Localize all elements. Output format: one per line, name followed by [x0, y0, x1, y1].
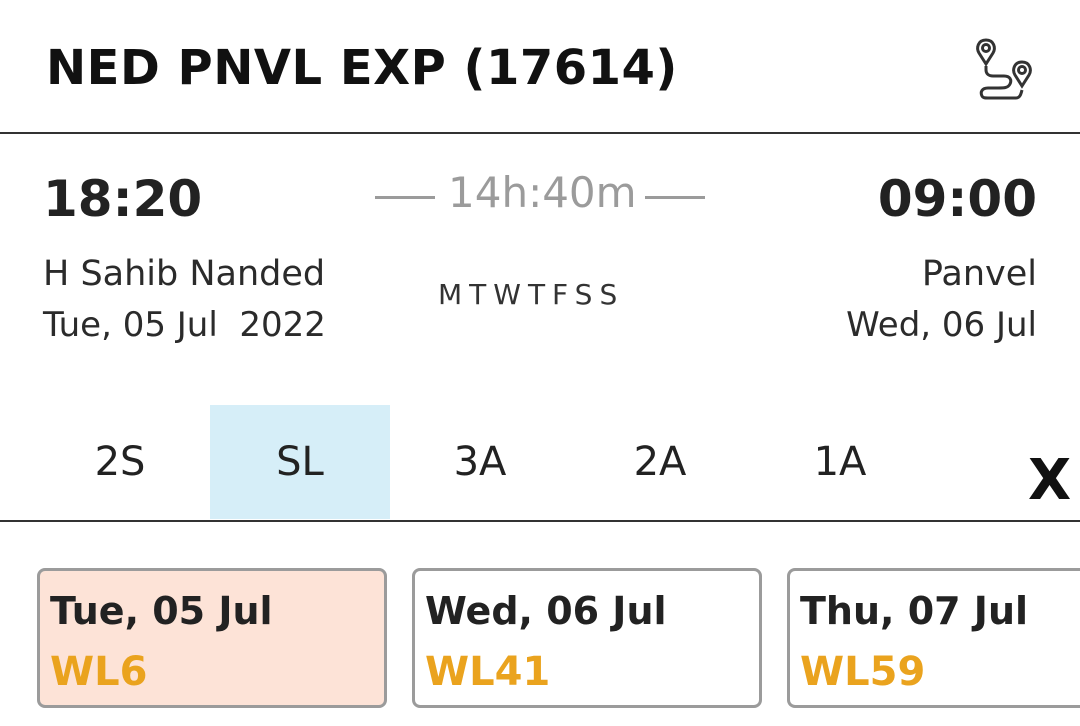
- class-tab-label: SL: [276, 439, 324, 485]
- class-tab-label: 2A: [633, 439, 687, 485]
- card-date: Tue, 05 Jul: [50, 589, 273, 633]
- header-divider: [0, 132, 1080, 134]
- availability-status: WL6: [50, 649, 148, 695]
- availability-card[interactable]: Tue, 05 Jul WL6: [37, 568, 387, 708]
- availability-card[interactable]: Thu, 07 Jul WL59: [787, 568, 1080, 708]
- route-map-icon: [976, 38, 1032, 100]
- tabs-divider: [0, 520, 1080, 522]
- class-tab-1a[interactable]: 1A: [750, 405, 930, 519]
- class-tab-label: 2S: [94, 439, 146, 485]
- duration-line-right: [645, 196, 705, 199]
- availability-status: WL59: [800, 649, 926, 695]
- class-tab-label: 3A: [453, 439, 507, 485]
- class-tab-label: 1A: [813, 439, 867, 485]
- departure-date: Tue, 05 Jul 2022: [43, 305, 326, 345]
- arrival-time: 09:00: [877, 170, 1037, 228]
- running-days: MTWTFSS: [438, 278, 625, 311]
- route-map-button[interactable]: [970, 36, 1040, 106]
- close-button[interactable]: X: [1028, 448, 1071, 513]
- class-tab-3a[interactable]: 3A: [390, 405, 570, 519]
- card-date: Wed, 06 Jul: [425, 589, 667, 633]
- journey-duration: 14h:40m: [448, 168, 637, 217]
- arrival-date: Wed, 06 Jul: [846, 305, 1037, 345]
- class-tab-sl[interactable]: SL: [210, 405, 390, 519]
- class-tab-2a[interactable]: 2A: [570, 405, 750, 519]
- departure-time: 18:20: [43, 170, 203, 228]
- to-station: Panvel: [921, 254, 1037, 294]
- class-tab-2s[interactable]: 2S: [30, 405, 210, 519]
- from-station: H Sahib Nanded: [43, 254, 326, 294]
- train-title: NED PNVL EXP (17614): [46, 40, 678, 96]
- availability-status: WL41: [425, 649, 551, 695]
- duration-line-left: [375, 196, 435, 199]
- availability-card[interactable]: Wed, 06 Jul WL41: [412, 568, 762, 708]
- card-date: Thu, 07 Jul: [800, 589, 1029, 633]
